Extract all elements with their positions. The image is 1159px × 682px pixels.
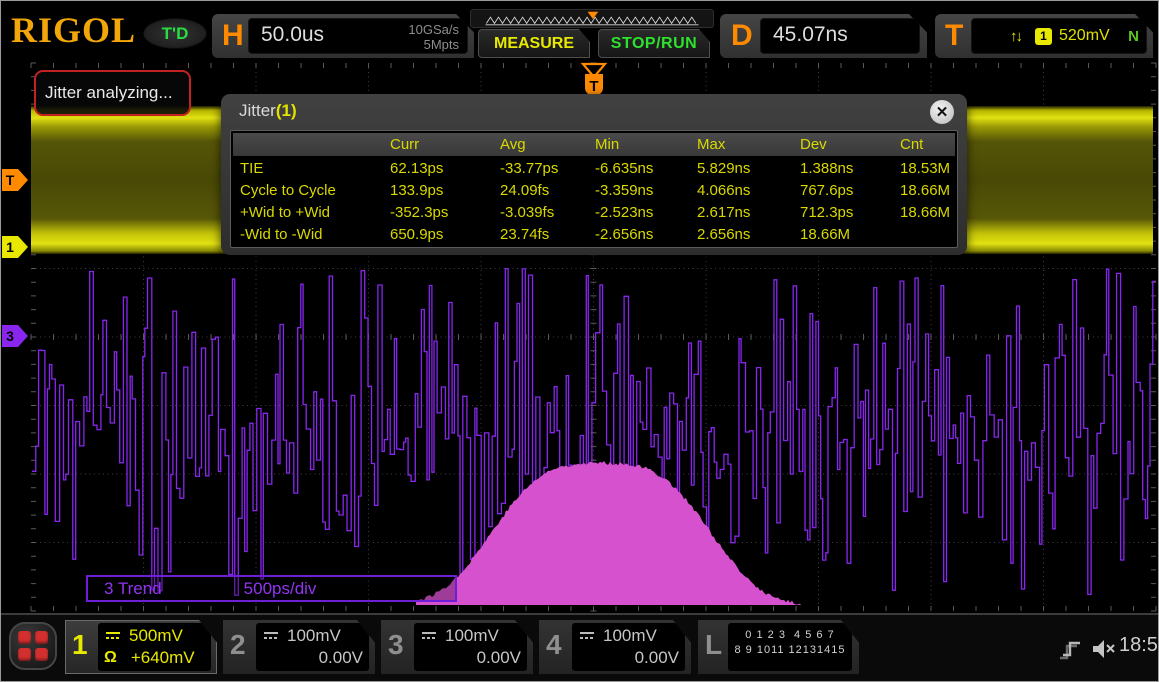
trigger-slope-indicator: N bbox=[1128, 28, 1139, 45]
jitter-title-text: Jitter bbox=[239, 101, 276, 120]
jitter-table-header: Curr Avg Min Max Dev Cnt bbox=[233, 133, 955, 156]
channel3-offset-marker[interactable]: 3 bbox=[2, 325, 28, 347]
channel3-box[interactable]: 3 100mV 0.00V bbox=[381, 620, 533, 674]
channel1-offset: +640mV bbox=[131, 648, 195, 668]
measure-button[interactable]: MEASURE bbox=[478, 29, 590, 58]
channel1-readout: 500mV Ω +640mV bbox=[98, 623, 211, 671]
jitter-title-index: (1) bbox=[276, 101, 297, 120]
waveform-position-strip[interactable] bbox=[470, 9, 714, 28]
h-label: H bbox=[222, 14, 244, 58]
logic-channels-0-7: 0 1 2 3 4 5 6 7 bbox=[734, 628, 846, 643]
clock: 18:59 bbox=[1119, 634, 1159, 657]
jitter-panel-title: Jitter(1) bbox=[239, 101, 297, 121]
channel1-scale: 500mV bbox=[129, 626, 183, 646]
trigger-position-marker[interactable]: T bbox=[583, 64, 605, 95]
channel2-number: 2 bbox=[230, 629, 246, 661]
channel2-readout: 100mV 0.00V bbox=[256, 623, 369, 671]
logic-channels-box[interactable]: L 0 1 2 3 4 5 6 7 8 9 1011 12131415 bbox=[698, 620, 859, 674]
bottom-bar: 1 500mV Ω +640mV 2 100mV 0. bbox=[1, 613, 1159, 682]
trigger-readout: ↑↓ 1 520mV N bbox=[971, 18, 1147, 54]
col-min: Min bbox=[595, 133, 697, 156]
svg-text:1: 1 bbox=[6, 239, 14, 255]
channel1-number: 1 bbox=[72, 629, 88, 661]
dc-coupling-icon bbox=[578, 631, 596, 641]
memory-depth: 5Mpts bbox=[408, 37, 459, 52]
trend-scale-value: 500ps/div bbox=[244, 579, 317, 599]
col-curr: Curr bbox=[390, 133, 500, 156]
table-row: TIE62.13ps-33.77ps-6.635ns5.829ns1.388ns… bbox=[231, 158, 957, 180]
trigger-level-marker[interactable]: T bbox=[2, 169, 28, 191]
jitter-table: Curr Avg Min Max Dev Cnt TIE62.13ps-33.7… bbox=[230, 130, 958, 248]
channel3-readout: 100mV 0.00V bbox=[414, 623, 527, 671]
channel4-box[interactable]: 4 100mV 0.00V bbox=[539, 620, 691, 674]
col-max: Max bbox=[697, 133, 800, 156]
dc-coupling-icon bbox=[262, 631, 280, 641]
t-label: T bbox=[945, 14, 963, 58]
channel3-offset: 0.00V bbox=[477, 648, 521, 668]
channel3-number: 3 bbox=[388, 629, 404, 661]
svg-text:T: T bbox=[6, 172, 15, 188]
timebase-readout: 50.0us 10GSa/s 5Mpts bbox=[248, 18, 468, 54]
channel3-scale: 100mV bbox=[445, 626, 499, 646]
col-dev: Dev bbox=[800, 133, 900, 156]
channel2-scale: 100mV bbox=[287, 626, 341, 646]
jitter-histogram bbox=[416, 461, 801, 605]
logic-readout: 0 1 2 3 4 5 6 7 8 9 1011 12131415 bbox=[728, 623, 852, 671]
delay-readout: 45.07ns bbox=[760, 18, 920, 54]
zigzag-waveform-icon bbox=[486, 17, 695, 23]
menu-grid-icon bbox=[18, 631, 48, 661]
dc-coupling-icon bbox=[420, 631, 438, 641]
horizontal-settings-panel[interactable]: H 50.0us 10GSa/s 5Mpts bbox=[212, 14, 474, 58]
col-cnt: Cnt bbox=[900, 133, 955, 156]
table-row: Cycle to Cycle133.9ps24.09fs-3.359ns4.06… bbox=[231, 180, 957, 202]
trigger-settings-panel[interactable]: T ↑↓ 1 520mV N bbox=[935, 14, 1153, 58]
jitter-measurement-panel: Jitter(1) ✕ Curr Avg Min Max Dev Cnt TIE… bbox=[221, 94, 967, 255]
trend-channel-name: 3 Trend bbox=[104, 579, 162, 599]
delay-settings-panel[interactable]: D 45.07ns bbox=[720, 14, 927, 58]
trigger-level-value: 520mV bbox=[1059, 27, 1110, 45]
trigger-source-badge: 1 bbox=[1035, 28, 1052, 45]
svg-text:T: T bbox=[589, 78, 598, 95]
channel2-box[interactable]: 2 100mV 0.00V bbox=[223, 620, 375, 674]
col-avg: Avg bbox=[500, 133, 595, 156]
menu-button[interactable] bbox=[9, 622, 57, 670]
channel1-offset-marker[interactable]: 1 bbox=[2, 236, 28, 258]
channel4-number: 4 bbox=[546, 629, 562, 661]
edge-trigger-icon bbox=[1057, 637, 1085, 663]
trigger-level-arrows-icon: ↑↓ bbox=[1010, 28, 1021, 45]
channel1-box[interactable]: 1 500mV Ω +640mV bbox=[65, 620, 217, 674]
timebase-value: 50.0us bbox=[261, 23, 324, 47]
rigol-logo: RIGOL bbox=[11, 9, 136, 51]
acquisition-readout: 10GSa/s 5Mpts bbox=[408, 22, 459, 52]
trigger-status-badge: T'D bbox=[143, 18, 207, 49]
trend-channel-label[interactable]: 3 Trend 500ps/div bbox=[86, 575, 457, 602]
delay-value: 45.07ns bbox=[773, 23, 848, 47]
d-label: D bbox=[731, 14, 753, 58]
jitter-analyzing-popup: Jitter analyzing... bbox=[34, 70, 191, 116]
channel4-readout: 100mV 0.00V bbox=[572, 623, 685, 671]
stop-run-button[interactable]: STOP/RUN bbox=[598, 29, 710, 58]
sound-muted-icon bbox=[1091, 637, 1117, 661]
channel4-scale: 100mV bbox=[603, 626, 657, 646]
channel4-offset: 0.00V bbox=[635, 648, 679, 668]
channel2-offset: 0.00V bbox=[319, 648, 363, 668]
svg-text:3: 3 bbox=[6, 328, 14, 344]
oscilloscope-screen: RIGOL T'D H 50.0us 10GSa/s 5Mpts MEASURE… bbox=[0, 0, 1159, 682]
close-icon[interactable]: ✕ bbox=[930, 100, 954, 124]
logic-label: L bbox=[705, 629, 722, 661]
sample-rate: 10GSa/s bbox=[408, 22, 459, 37]
table-row: +Wid to +Wid-352.3ps-3.039fs-2.523ns2.61… bbox=[231, 202, 957, 224]
channel1-impedance: Ω bbox=[104, 649, 117, 667]
table-row: -Wid to -Wid650.9ps23.74fs-2.656ns2.656n… bbox=[231, 224, 957, 246]
top-bar: RIGOL T'D H 50.0us 10GSa/s 5Mpts MEASURE… bbox=[1, 1, 1159, 61]
dc-coupling-icon bbox=[104, 631, 122, 641]
logic-channels-8-15: 8 9 1011 12131415 bbox=[734, 643, 846, 658]
trigger-position-icon[interactable] bbox=[588, 12, 599, 19]
